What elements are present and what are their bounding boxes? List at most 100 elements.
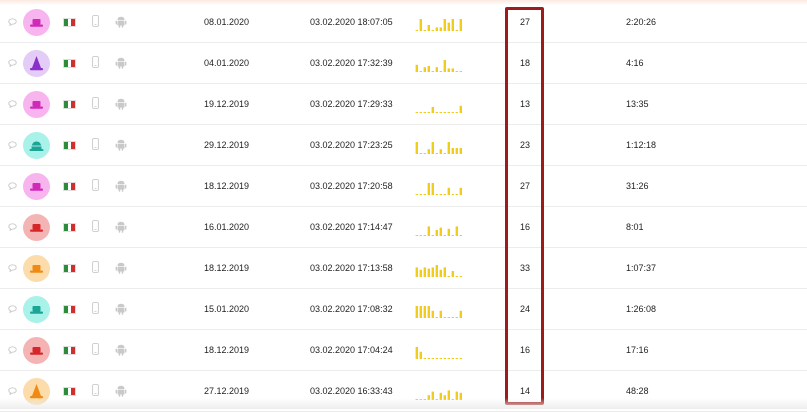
sparkline-bar — [431, 358, 434, 359]
sparkline-bar — [451, 68, 454, 72]
hat-icon — [30, 19, 43, 27]
total-duration: 1:07:37 — [626, 263, 657, 273]
table-row[interactable]: 18.12.2019 03.02.2020 17:13:58 33 1:07:37 — [0, 248, 807, 289]
chat-bubble-icon[interactable] — [8, 84, 20, 125]
chat-bubble-icon[interactable] — [8, 166, 20, 207]
sparkline-bar — [427, 268, 430, 277]
sparkline-bar — [447, 228, 450, 236]
sparkline-bar — [439, 27, 442, 31]
phone-icon — [92, 97, 99, 109]
android-icon — [115, 384, 127, 397]
session-count: 33 — [520, 263, 531, 273]
sparkline-bar — [443, 153, 446, 154]
chat-bubble-icon[interactable] — [8, 125, 20, 166]
sparkline-bar — [431, 310, 434, 318]
chat-bubble-icon[interactable] — [8, 330, 20, 371]
sparkline-bar — [443, 19, 446, 31]
sparkline-bar — [455, 358, 458, 359]
sparkline-bar — [443, 194, 446, 195]
registered-date: 18.12.2019 — [204, 345, 250, 355]
sparkline-bar — [451, 358, 454, 359]
sparkline-bar — [427, 66, 430, 72]
italy-flag-icon — [63, 59, 76, 68]
session-count: 27 — [520, 181, 531, 191]
sparkline-bar — [431, 235, 434, 236]
registered-date: 15.01.2020 — [204, 304, 250, 314]
italy-flag-icon — [63, 18, 76, 27]
table-row[interactable]: 16.01.2020 03.02.2020 17:14:47 16 8:01 — [0, 207, 807, 248]
chat-bubble-icon[interactable] — [8, 207, 20, 248]
activity-sparkline — [415, 16, 463, 32]
hat-icon — [30, 224, 43, 232]
last-seen-datetime: 03.02.2020 17:04:24 — [310, 345, 393, 355]
sparkline-bar — [415, 347, 418, 359]
total-duration: 1:12:18 — [626, 140, 657, 150]
sparkline-bar — [423, 30, 426, 31]
avatar — [23, 50, 50, 77]
chat-bubble-icon[interactable] — [8, 43, 20, 84]
sparkline-bar — [459, 310, 462, 318]
phone-icon — [92, 384, 99, 396]
avatar — [23, 91, 50, 118]
chat-bubble-icon[interactable] — [8, 2, 20, 43]
sparkline-bar — [459, 187, 462, 195]
sparkline-bar — [447, 22, 450, 31]
sessions-table: 08.01.2020 03.02.2020 18:07:05 27 2:20:26 04… — [0, 0, 807, 412]
sparkline-bar — [419, 269, 422, 277]
sparkline-bar — [439, 149, 442, 154]
avatar — [23, 296, 50, 323]
sparkline-bar — [423, 267, 426, 277]
activity-sparkline — [415, 139, 463, 155]
activity-sparkline — [415, 180, 463, 196]
android-icon — [115, 56, 127, 69]
sparkline-bar — [451, 317, 454, 318]
phone-icon — [92, 179, 99, 191]
sparkline-bar — [419, 71, 422, 72]
table-row[interactable]: 15.01.2020 03.02.2020 17:08:32 24 1:26:08 — [0, 289, 807, 330]
chat-bubble-icon[interactable] — [8, 289, 20, 330]
last-seen-datetime: 03.02.2020 17:20:58 — [310, 181, 393, 191]
phone-icon — [92, 343, 99, 355]
italy-flag-icon — [63, 100, 76, 109]
italy-flag-icon — [63, 141, 76, 150]
avatar — [23, 173, 50, 200]
total-duration: 8:01 — [626, 222, 644, 232]
table-row[interactable]: 08.01.2020 03.02.2020 18:07:05 27 2:20:26 — [0, 2, 807, 43]
sparkline-bar — [455, 148, 458, 154]
activity-sparkline — [415, 262, 463, 278]
chat-bubble-icon[interactable] — [8, 248, 20, 289]
total-duration: 31:26 — [626, 181, 649, 191]
sparkline-bar — [451, 194, 454, 195]
last-seen-datetime: 03.02.2020 17:13:58 — [310, 263, 393, 273]
phone-icon — [92, 56, 99, 68]
android-icon — [115, 302, 127, 315]
sparkline-bar — [451, 235, 454, 236]
sparkline-bar — [459, 71, 462, 72]
sparkline-bar — [419, 153, 422, 154]
sparkline-bar — [455, 276, 458, 277]
sparkline-bar — [451, 112, 454, 113]
last-seen-datetime: 03.02.2020 18:07:05 — [310, 17, 393, 27]
italy-flag-icon — [63, 387, 76, 396]
italy-flag-icon — [63, 264, 76, 273]
sparkline-bar — [431, 183, 434, 195]
phone-icon — [92, 302, 99, 314]
wizard-hat-icon — [30, 56, 43, 71]
sparkline-bar — [419, 112, 422, 113]
android-icon — [115, 261, 127, 274]
sparkline-bar — [459, 235, 462, 236]
sparkline-bar — [455, 71, 458, 72]
table-row[interactable]: 19.12.2019 03.02.2020 17:29:33 13 13:35 — [0, 84, 807, 125]
italy-flag-icon — [63, 346, 76, 355]
hat-icon — [30, 347, 43, 355]
table-row[interactable]: 04.01.2020 03.02.2020 17:32:39 18 4:16 — [0, 43, 807, 84]
sparkline-bar — [447, 112, 450, 113]
sparkline-bar — [435, 358, 438, 359]
table-row[interactable]: 29.12.2019 03.02.2020 17:23:25 23 1:12:18 — [0, 125, 807, 166]
activity-sparkline — [415, 303, 463, 319]
table-row[interactable]: 18.12.2019 03.02.2020 17:04:24 16 17:16 — [0, 330, 807, 371]
sparkline-bar — [419, 19, 422, 31]
italy-flag-icon — [63, 305, 76, 314]
sparkline-bar — [447, 187, 450, 195]
table-row[interactable]: 18.12.2019 03.02.2020 17:20:58 27 31:26 — [0, 166, 807, 207]
